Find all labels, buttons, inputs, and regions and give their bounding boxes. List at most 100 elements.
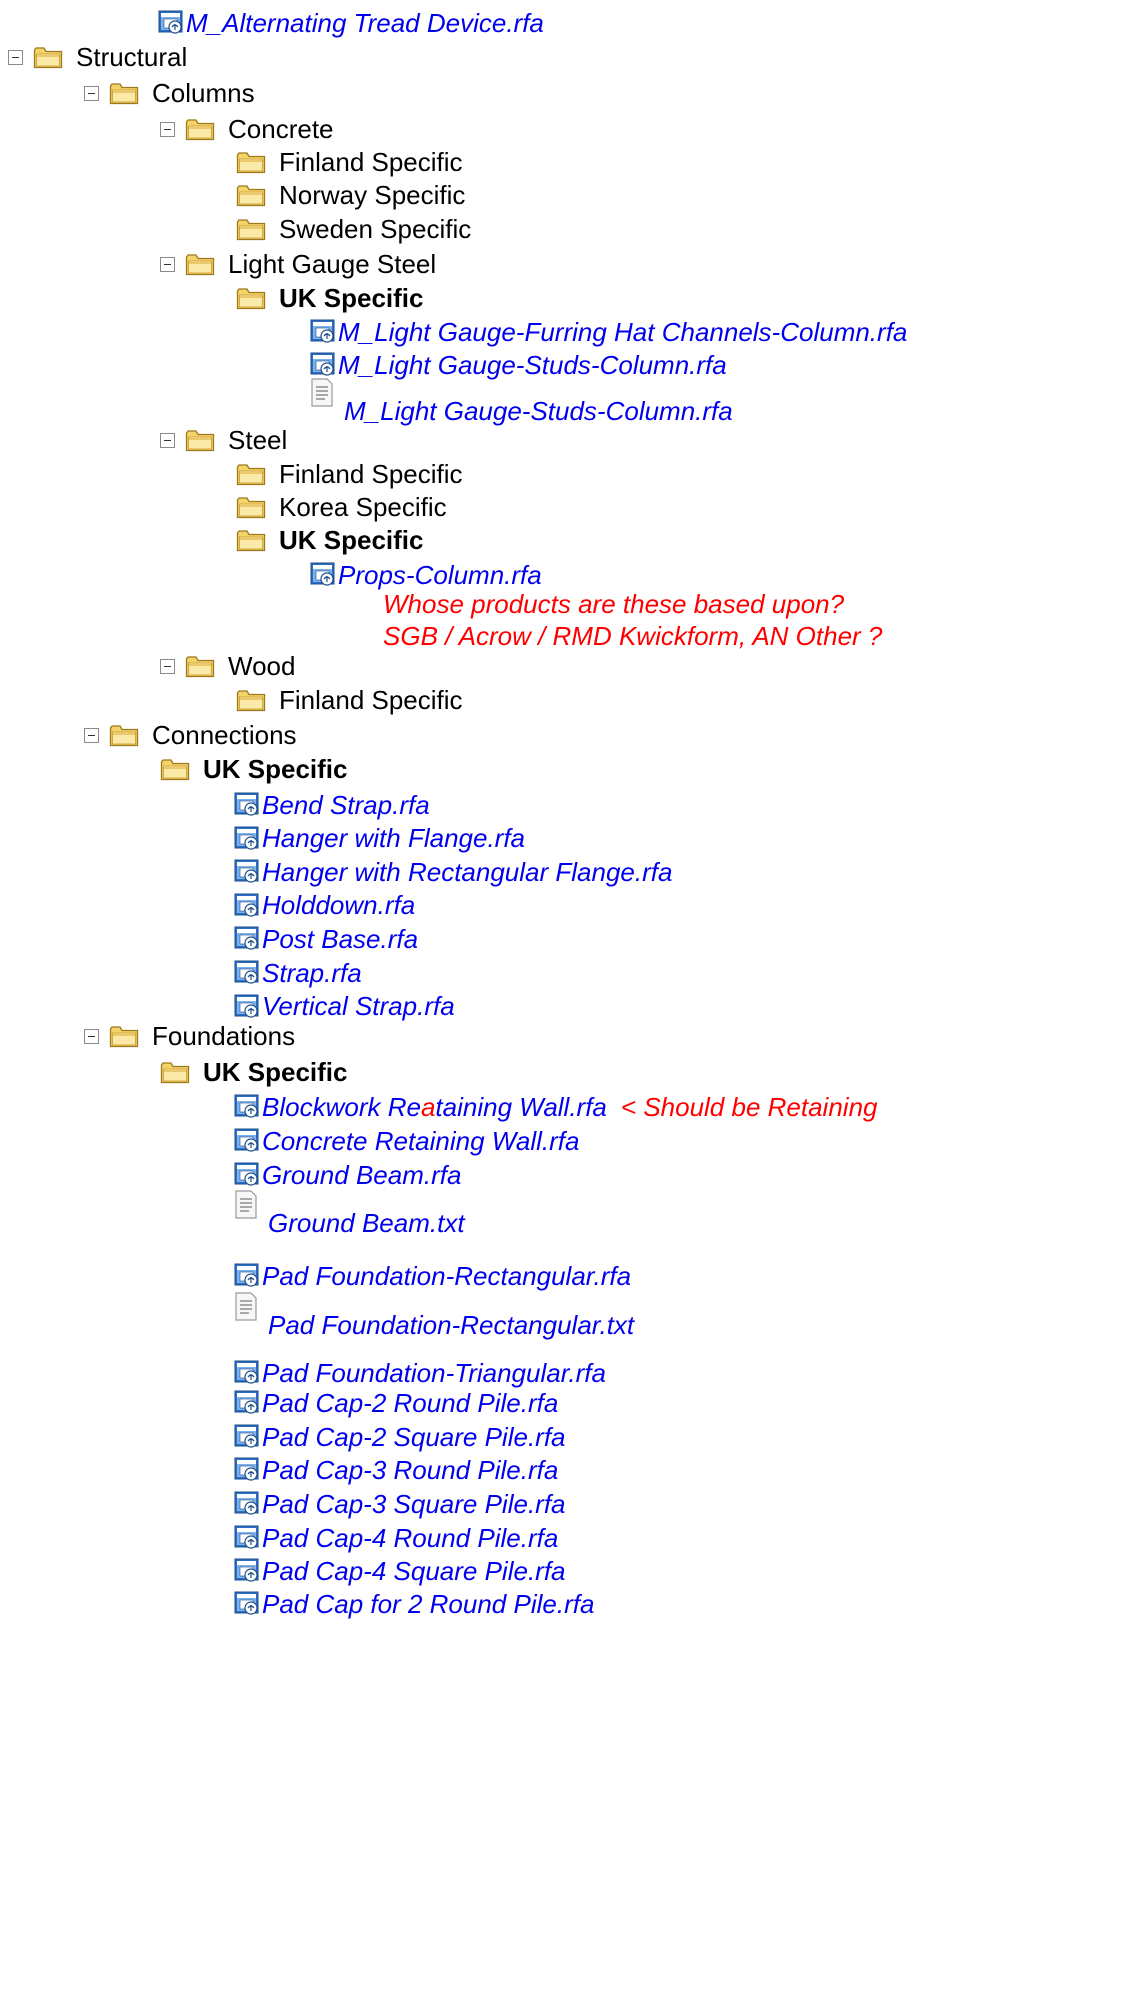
tree-file-row[interactable]: Pad Foundation-Rectangular.rfa	[234, 1257, 631, 1295]
annotation-note: SGB / Acrow / RMD Kwickform, AN Other ?	[383, 621, 883, 651]
revit-family-icon	[234, 826, 260, 852]
revit-family-icon	[310, 319, 336, 345]
tree-file-row[interactable]: Hanger with Rectangular Flange.rfa	[234, 853, 672, 891]
revit-family-icon	[234, 960, 260, 986]
file-link[interactable]: Pad Cap-4 Square Pile.rfa	[262, 1556, 566, 1587]
tree-node-folder[interactable]: Norway Specific	[236, 176, 465, 214]
tree-file-row[interactable]: Ground Beam.rfa	[234, 1156, 461, 1194]
node-label: Finland Specific	[279, 458, 463, 489]
file-link[interactable]: Strap.rfa	[262, 958, 362, 989]
folder-icon	[160, 757, 190, 781]
file-link[interactable]: Bend Strap.rfa	[262, 790, 430, 821]
tree-node-steel[interactable]: Steel	[160, 421, 287, 459]
file-link[interactable]: Pad Foundation-Rectangular.rfa	[262, 1261, 631, 1292]
file-link[interactable]: Pad Cap-4 Round Pile.rfa	[262, 1523, 558, 1554]
folder-icon	[109, 1024, 139, 1048]
file-link[interactable]: Hanger with Rectangular Flange.rfa	[262, 857, 672, 888]
folder-icon	[236, 217, 266, 241]
folder-icon	[236, 286, 266, 310]
file-link[interactable]: Pad Cap-3 Round Pile.rfa	[262, 1455, 558, 1486]
tree-node-folder[interactable]: Sweden Specific	[236, 210, 471, 248]
tree-node-structural[interactable]: Structural	[8, 38, 187, 76]
file-link[interactable]: Post Base.rfa	[262, 924, 418, 955]
tree-node-wood[interactable]: Wood	[160, 647, 295, 685]
revit-family-icon	[234, 1457, 260, 1483]
tree-file-row[interactable]: Pad Cap for 2 Round Pile.rfa	[234, 1585, 594, 1623]
folder-icon	[160, 1060, 190, 1084]
tree-node-uk-specific[interactable]: UK Specific	[160, 750, 348, 788]
node-label: Finland Specific	[279, 684, 463, 715]
tree-node-uk-specific[interactable]: UK Specific	[160, 1053, 348, 1091]
file-link[interactable]: Concrete Retaining Wall.rfa	[262, 1126, 579, 1157]
tree-file-row[interactable]: Hanger with Flange.rfa	[234, 820, 525, 858]
collapse-toggle-icon[interactable]	[8, 49, 23, 65]
tree-file-row[interactable]: Concrete Retaining Wall.rfa	[234, 1122, 579, 1160]
revit-family-icon	[234, 1558, 260, 1584]
folder-icon	[236, 528, 266, 552]
revit-family-icon	[234, 1094, 260, 1120]
tree-file-row[interactable]: Pad Cap-3 Square Pile.rfa	[234, 1485, 566, 1523]
tree-node-foundations[interactable]: Foundations	[84, 1017, 295, 1055]
revit-family-icon	[234, 1263, 260, 1289]
tree-file-row[interactable]: Blockwork Reataining Wall.rfa < Should b…	[234, 1088, 878, 1126]
folder-icon	[185, 428, 215, 452]
collapse-toggle-icon[interactable]	[84, 1028, 99, 1044]
node-label: UK Specific	[203, 753, 348, 784]
tree-file-row[interactable]: M_Light Gauge-Studs-Column.rfa	[310, 378, 733, 428]
text-file-icon	[310, 378, 334, 408]
tree-file-row[interactable]: Pad Foundation-Rectangular.txt	[234, 1292, 634, 1342]
collapse-toggle-icon[interactable]	[160, 121, 175, 137]
file-link[interactable]: M_Alternating Tread Device.rfa	[186, 8, 544, 39]
tree-node-folder[interactable]: Finland Specific	[236, 681, 463, 719]
file-link[interactable]: Holddown.rfa	[262, 890, 415, 921]
collapse-toggle-icon[interactable]	[160, 658, 175, 674]
node-label: Structural	[76, 41, 188, 72]
revit-family-icon	[234, 1128, 260, 1154]
tree-file-row[interactable]: Post Base.rfa	[234, 920, 418, 958]
node-label: UK Specific	[203, 1056, 348, 1087]
folder-icon	[236, 688, 266, 712]
tree-file-row[interactable]: Strap.rfa	[234, 954, 362, 992]
collapse-toggle-icon[interactable]	[160, 256, 175, 272]
file-link[interactable]: M_Light Gauge-Studs-Column.rfa	[344, 396, 733, 427]
revit-family-icon	[234, 1360, 260, 1386]
file-link[interactable]: Pad Cap-2 Round Pile.rfa	[262, 1388, 558, 1419]
node-label: Light Gauge Steel	[228, 248, 437, 279]
folder-icon	[109, 723, 139, 747]
tree-node-uk-specific[interactable]: UK Specific	[236, 521, 424, 559]
folder-icon	[236, 495, 266, 519]
tree-node-columns[interactable]: Columns	[84, 74, 255, 112]
folder-icon	[185, 654, 215, 678]
collapse-toggle-icon[interactable]	[160, 432, 175, 448]
node-label: Wood	[228, 650, 296, 681]
tree-file-row[interactable]: Pad Cap-3 Round Pile.rfa	[234, 1451, 558, 1489]
tree-node-connections[interactable]: Connections	[84, 716, 297, 754]
file-link[interactable]: Ground Beam.txt	[268, 1208, 465, 1239]
tree-file-row[interactable]: Pad Cap-2 Round Pile.rfa	[234, 1384, 558, 1422]
file-link[interactable]: Pad Cap-2 Square Pile.rfa	[262, 1422, 566, 1453]
node-label: UK Specific	[279, 524, 424, 555]
node-label: Finland Specific	[279, 146, 463, 177]
revit-family-icon	[234, 792, 260, 818]
folder-icon	[109, 81, 139, 105]
tree-file-row[interactable]: Bend Strap.rfa	[234, 786, 430, 824]
text-file-icon	[234, 1190, 258, 1220]
file-link[interactable]: M_Light Gauge-Furring Hat Channels-Colum…	[338, 317, 907, 348]
node-label: Korea Specific	[279, 491, 447, 522]
revit-family-icon	[234, 1162, 260, 1188]
file-link[interactable]: Ground Beam.rfa	[262, 1160, 461, 1191]
file-link[interactable]: Pad Foundation-Rectangular.txt	[268, 1310, 634, 1341]
file-link[interactable]: Blockwork Reataining Wall.rfa	[262, 1092, 607, 1123]
collapse-toggle-icon[interactable]	[84, 85, 99, 101]
file-link[interactable]: Pad Cap-3 Square Pile.rfa	[262, 1489, 566, 1520]
tree-file-row[interactable]: M_Alternating Tread Device.rfa	[158, 4, 544, 42]
file-link[interactable]: Hanger with Flange.rfa	[262, 823, 525, 854]
tree-file-row[interactable]: Ground Beam.txt	[234, 1190, 465, 1240]
file-link[interactable]: Pad Cap for 2 Round Pile.rfa	[262, 1589, 594, 1620]
tree-node-uk-specific[interactable]: UK Specific	[236, 279, 424, 317]
file-link[interactable]: M_Light Gauge-Studs-Column.rfa	[338, 350, 727, 381]
collapse-toggle-icon[interactable]	[84, 727, 99, 743]
folder-icon	[33, 45, 63, 69]
tree-node-light-gauge-steel[interactable]: Light Gauge Steel	[160, 245, 436, 283]
tree-file-row[interactable]: Holddown.rfa	[234, 887, 415, 925]
